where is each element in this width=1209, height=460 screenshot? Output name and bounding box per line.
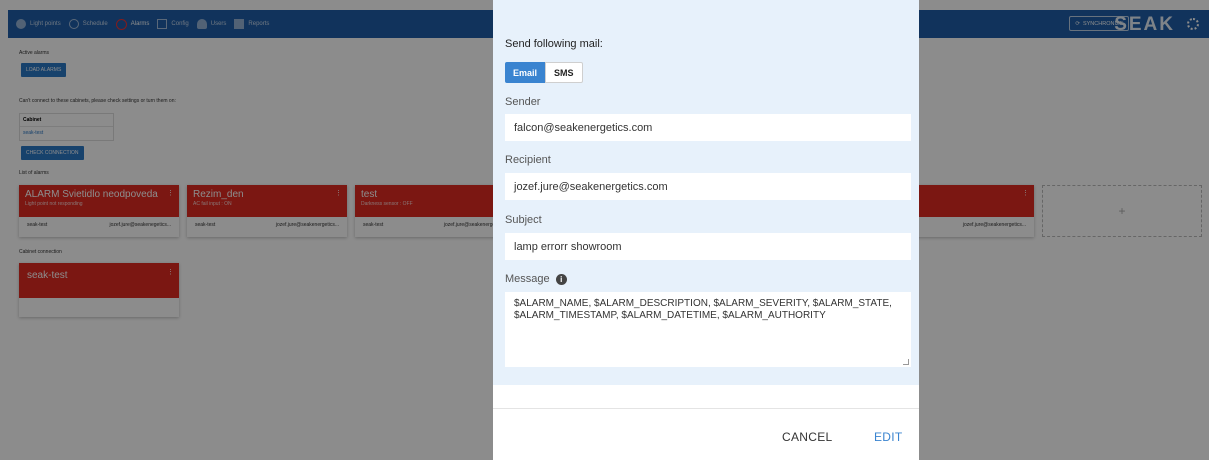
email-tab[interactable]: Email [505, 62, 546, 83]
send-mail-dialog: Send following mail: Email SMS Sender fa… [493, 0, 919, 460]
info-icon[interactable]: i [555, 273, 567, 285]
recipient-label: Recipient [505, 154, 551, 166]
edit-button[interactable]: EDIT [874, 430, 903, 444]
cancel-button[interactable]: CANCEL [782, 430, 832, 444]
sms-tab[interactable]: SMS [545, 62, 583, 83]
message-label-row: Message i [505, 273, 567, 285]
message-line: $ALARM_TIMESTAMP, $ALARM_DATETIME, $ALAR… [514, 310, 826, 321]
sender-label: Sender [505, 96, 541, 108]
dialog-body: Send following mail: Email SMS Sender fa… [493, 0, 919, 385]
resize-handle-icon[interactable] [903, 359, 909, 365]
dialog-divider [493, 408, 919, 409]
message-label: Message [505, 273, 550, 285]
subject-label: Subject [505, 214, 542, 226]
channel-toggle: Email SMS [505, 62, 583, 83]
subject-field[interactable]: lamp errorr showroom [505, 233, 911, 260]
message-textarea[interactable]: $ALARM_NAME, $ALARM_DESCRIPTION, $ALARM_… [505, 292, 911, 367]
recipient-field[interactable]: jozef.jure@seakenergetics.com [505, 173, 911, 200]
sender-field[interactable]: falcon@seakenergetics.com [505, 114, 911, 141]
message-line: $ALARM_NAME, $ALARM_DESCRIPTION, $ALARM_… [514, 298, 892, 309]
dialog-title: Send following mail: [505, 38, 603, 50]
